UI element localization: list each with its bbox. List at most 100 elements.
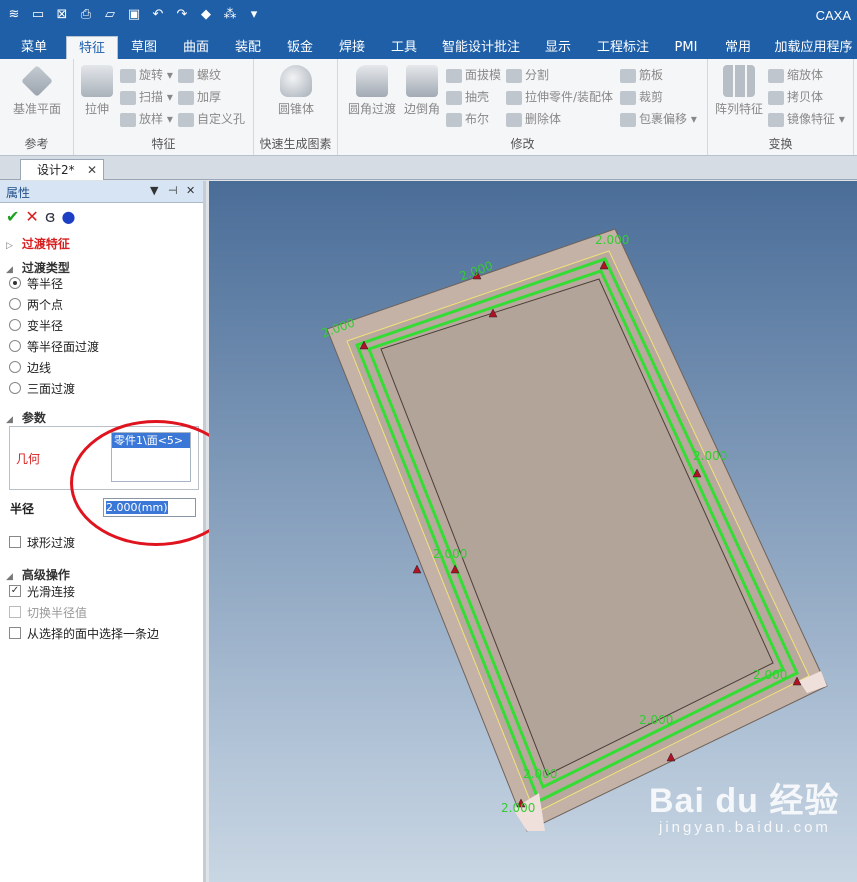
panel-menu-icon[interactable]: ▼ <box>150 184 158 197</box>
cone-button[interactable]: 圆锥体 <box>268 65 324 117</box>
tab-load-apps[interactable]: 加载应用程序 <box>770 36 857 59</box>
print-preview-icon[interactable]: ⎙ <box>76 5 96 25</box>
remove-body-button[interactable]: 删除体 <box>506 109 561 129</box>
radio-button[interactable] <box>9 382 21 394</box>
face-draft-button[interactable]: 面拔模 <box>446 65 501 85</box>
checkbox[interactable] <box>9 536 21 548</box>
app-title: CAXA <box>815 8 851 23</box>
rebuild-icon[interactable]: ⁂ <box>220 5 240 25</box>
tab-engineering-annotation[interactable]: 工程标注 <box>590 36 656 59</box>
datum-plane-button[interactable]: 基准平面 <box>8 65 66 117</box>
help-icon[interactable]: ● <box>61 208 75 226</box>
tab-sheet-metal[interactable]: 钣金 <box>276 36 324 59</box>
advanced-section[interactable]: ◢ 高级操作 <box>6 566 70 583</box>
extrude-to-part-button[interactable]: 拉伸零件/装配体 <box>506 87 613 107</box>
thread-button[interactable]: 螺纹 <box>178 65 221 85</box>
scale-body-button[interactable]: 缩放体 <box>768 65 823 85</box>
radio-three-face[interactable]: 三面过渡 <box>9 379 75 397</box>
tab-pmi[interactable]: PMI <box>664 36 708 59</box>
spherical-fillet-checkbox[interactable]: 球形过渡 <box>9 533 75 551</box>
confirm-icon[interactable]: ✔ <box>6 208 19 226</box>
sweep-button[interactable]: 扫描 ▾ <box>120 87 173 107</box>
radio-button[interactable] <box>9 361 21 373</box>
dimension-label[interactable]: 2.000 <box>693 449 727 463</box>
part-icon[interactable]: ◆ <box>196 5 216 25</box>
tab-sketch[interactable]: 草图 <box>120 36 168 59</box>
ribbon-group-quick-primitives: 圆锥体 快速生成图素 <box>254 59 338 155</box>
custom-hole-button[interactable]: 自定义孔 <box>178 109 245 129</box>
close-icon[interactable]: ✕ <box>87 160 97 180</box>
radio-button[interactable] <box>9 277 21 289</box>
select-edge-checkbox[interactable]: 从选择的面中选择一条边 <box>9 624 159 642</box>
smooth-connect-checkbox[interactable]: ✓ 光滑连接 <box>9 582 75 600</box>
rib-button[interactable]: 筋板 <box>620 65 663 85</box>
quick-access-toolbar: ≋ ▭ ⊠ ⎙ ▱ ▣ ↶ ↷ ◆ ⁂ ▾ <box>4 5 264 25</box>
redo-icon[interactable]: ↷ <box>172 5 192 25</box>
shell-button[interactable]: 抽壳 <box>446 87 489 107</box>
thread-icon <box>178 68 194 83</box>
tab-common[interactable]: 常用 <box>714 36 762 59</box>
radio-variable-radius[interactable]: 变半径 <box>9 316 63 334</box>
3d-viewport[interactable]: 2.000 2.000 2.000 2.000 2.000 2.000 2.00… <box>209 181 857 882</box>
checkbox[interactable] <box>9 627 21 639</box>
dimension-label[interactable]: 2.000 <box>753 668 787 682</box>
rib-icon <box>620 68 636 83</box>
close-icon[interactable]: ✕ <box>186 184 195 197</box>
tab-feature[interactable]: 特征 <box>66 36 118 59</box>
radio-edge[interactable]: 边线 <box>9 358 51 376</box>
tab-surface[interactable]: 曲面 <box>172 36 220 59</box>
parameters-section[interactable]: ◢ 参数 <box>6 409 46 426</box>
close-file-icon[interactable]: ⊠ <box>52 5 72 25</box>
layers-icon[interactable]: ≋ <box>4 5 24 25</box>
copy-body-button[interactable]: 拷贝体 <box>768 87 823 107</box>
dropdown-icon[interactable]: ▾ <box>244 5 264 25</box>
ribbon-tabs: 菜单 特征 草图 曲面 装配 钣金 焊接 工具 智能设计批注 显示 工程标注 P… <box>0 32 857 59</box>
radio-button[interactable] <box>9 319 21 331</box>
tab-welding[interactable]: 焊接 <box>328 36 376 59</box>
preview-glasses-icon[interactable]: ɞ <box>45 208 56 226</box>
document-tab[interactable]: 设计2* ✕ <box>20 159 104 180</box>
tab-assembly[interactable]: 装配 <box>224 36 272 59</box>
tab-smart-design[interactable]: 智能设计批注 <box>436 36 526 59</box>
trim-button[interactable]: 裁剪 <box>620 87 663 107</box>
tab-tools[interactable]: 工具 <box>380 36 428 59</box>
save-icon[interactable]: ▣ <box>124 5 144 25</box>
undo-icon[interactable]: ↶ <box>148 5 168 25</box>
dimension-label[interactable]: 2.000 <box>639 713 673 727</box>
dimension-label[interactable]: 2.000 <box>433 547 467 561</box>
radio-button[interactable] <box>9 298 21 310</box>
new-file-icon[interactable]: ▭ <box>28 5 48 25</box>
open-folder-icon[interactable]: ▱ <box>100 5 120 25</box>
ribbon-group-transform: 阵列特征 缩放体 拷贝体 镜像特征 ▾ 变换 <box>708 59 854 155</box>
wrap-offset-button[interactable]: 包裹偏移 ▾ <box>620 109 697 129</box>
baidu-watermark: Bai du 经验 jingyan.baidu.com <box>649 773 839 836</box>
split-button[interactable]: 分割 <box>506 65 549 85</box>
tab-menu[interactable]: 菜单 <box>8 36 60 59</box>
pattern-button[interactable]: 阵列特征 <box>712 65 766 117</box>
tab-display[interactable]: 显示 <box>534 36 582 59</box>
fillet-button[interactable]: 圆角过渡 <box>344 65 400 117</box>
loft-button[interactable]: 放样 ▾ <box>120 109 173 129</box>
radio-button[interactable] <box>9 340 21 352</box>
custom-hole-icon <box>178 112 194 127</box>
cone-icon <box>280 65 312 97</box>
ribbon: 基准平面 参考 拉伸 旋转 ▾ 扫描 ▾ 放样 ▾ 螺纹 加厚 自定义孔 特征 … <box>0 59 857 156</box>
radio-equal-radius[interactable]: 等半径 <box>9 274 63 292</box>
dimension-label[interactable]: 2.000 <box>501 801 535 815</box>
extrude-button[interactable]: 拉伸 <box>78 65 116 117</box>
pin-icon[interactable]: ⊣ <box>168 184 178 197</box>
checkbox-checked[interactable]: ✓ <box>9 585 21 597</box>
feature-title-section[interactable]: ▷ 过渡特征 <box>6 235 70 252</box>
radio-equal-radius-face[interactable]: 等半径面过渡 <box>9 337 99 355</box>
cancel-icon[interactable]: ✕ <box>25 208 38 226</box>
revolve-button[interactable]: 旋转 ▾ <box>120 65 173 85</box>
radio-two-points[interactable]: 两个点 <box>9 295 63 313</box>
mirror-feature-button[interactable]: 镜像特征 ▾ <box>768 109 845 129</box>
thicken-button[interactable]: 加厚 <box>178 87 221 107</box>
dimension-label[interactable]: 2.000 <box>523 767 557 781</box>
boolean-button[interactable]: 布尔 <box>446 109 489 129</box>
panel-header: 属性 ▼ ⊣ ✕ <box>0 181 203 203</box>
ribbon-group-label: 变换 <box>768 137 793 151</box>
dimension-label[interactable]: 2.000 <box>595 233 629 247</box>
chamfer-button[interactable]: 边倒角 <box>400 65 444 117</box>
